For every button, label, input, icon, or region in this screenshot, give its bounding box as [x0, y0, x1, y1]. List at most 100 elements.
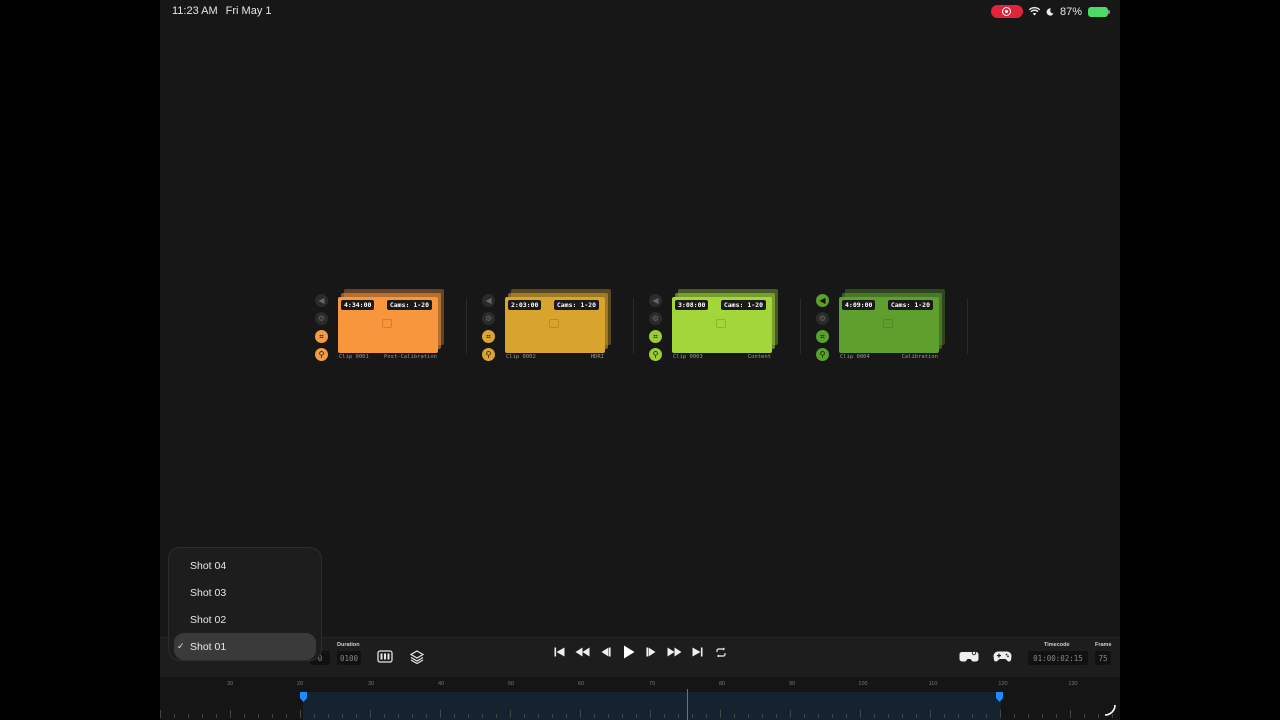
ruler-label: 40	[437, 681, 445, 687]
crop-icon[interactable]: ⌗	[482, 330, 495, 343]
ruler-label: 90	[788, 681, 796, 687]
ruler-label: 110	[928, 681, 938, 687]
skip-to-start-icon[interactable]	[552, 644, 567, 660]
clip-thumbnail-stack[interactable]: 3:08:00 Cams: 1-20	[672, 287, 782, 353]
speaker-icon[interactable]: ◀	[649, 294, 662, 307]
fast-forward-icon[interactable]	[667, 644, 682, 660]
crop-icon[interactable]: ⌗	[816, 330, 829, 343]
camera-rig-icon[interactable]: ⚲	[315, 348, 328, 361]
shot-menu-item-label: Shot 02	[190, 613, 227, 626]
ruler-label: 100	[858, 681, 868, 687]
clip-thumbnail[interactable]: 4:34:00 Cams: 1-20	[338, 297, 438, 353]
clip-cams-badge: Cams: 1-20	[720, 300, 766, 310]
shot-menu-item-label: Shot 01	[190, 640, 227, 653]
timeline[interactable]: 30 20 30 40 50 60 70 80 90 100 110 120 1…	[160, 677, 1120, 720]
ruler-label: 30	[367, 681, 375, 687]
camera-rig-icon[interactable]: ⚲	[816, 348, 829, 361]
rewind-icon[interactable]	[575, 644, 590, 660]
clip-strip: ◀ ⚙ ⌗ ⚲ 4:34:00 Cams: 1-20 Clip 0001 Pos…	[310, 284, 978, 364]
clip-cams-badge: Cams: 1-20	[887, 300, 933, 310]
clip-thumbnail-stack[interactable]: 2:03:00 Cams: 1-20	[505, 287, 615, 353]
ruler-label: 80	[718, 681, 726, 687]
loop-icon[interactable]	[713, 644, 728, 660]
transport-controls	[552, 644, 728, 660]
columns-icon[interactable]	[377, 650, 393, 663]
skip-to-end-icon[interactable]	[690, 644, 705, 660]
clip-thumbnail[interactable]: 3:08:00 Cams: 1-20	[672, 297, 772, 353]
frame-field[interactable]: 75	[1095, 651, 1111, 665]
checkmark-icon: ✓	[177, 641, 185, 651]
shot-menu-item-selected[interactable]: ✓ Shot 01	[174, 633, 316, 660]
playhead[interactable]	[687, 689, 688, 720]
crop-icon[interactable]: ⌗	[649, 330, 662, 343]
clip-timecode-badge: 2:03:00	[508, 300, 542, 310]
ruler-label: 120	[998, 681, 1008, 687]
clip-side-controls: ◀ ⚙ ⌗ ⚲	[816, 294, 829, 361]
ruler-label: 30	[226, 681, 234, 687]
clip-cams-badge: Cams: 1-20	[553, 300, 599, 310]
clip-card[interactable]: ◀ ⚙ ⌗ ⚲ 2:03:00 Cams: 1-20 Clip 0002 HDR…	[477, 284, 644, 364]
clip-type: Post-Calibration	[384, 354, 437, 360]
timecode-label: Timecode	[1044, 642, 1070, 648]
shot-menu-item[interactable]: Shot 02	[169, 606, 321, 633]
duration-field[interactable]: 0100	[337, 651, 361, 665]
step-forward-icon[interactable]	[644, 644, 659, 660]
shot-menu-item-label: Shot 04	[190, 559, 227, 572]
layers-icon[interactable]	[410, 650, 424, 664]
app-screen: 11:23 AM Fri May 1 87% ◀ ⚙ ⌗ ⚲ 4:34:00 C…	[160, 0, 1120, 720]
frame-label: Frame	[1095, 642, 1112, 648]
crop-icon[interactable]: ⌗	[315, 330, 328, 343]
clip-thumbnail-stack[interactable]: 4:34:00 Cams: 1-20	[338, 287, 448, 353]
speaker-icon[interactable]: ◀	[315, 294, 328, 307]
settings-icon[interactable]: ⚙	[482, 312, 495, 325]
settings-icon[interactable]: ⚙	[315, 312, 328, 325]
clip-thumbnail[interactable]: 4:09:00 Cams: 1-20	[839, 297, 939, 353]
clip-cams-badge: Cams: 1-20	[386, 300, 432, 310]
step-back-icon[interactable]	[598, 644, 613, 660]
status-bar-right: 87%	[990, 5, 1110, 18]
lock-icon	[883, 319, 893, 328]
timecode-field[interactable]: 01:00:02:15	[1028, 651, 1088, 665]
speaker-icon[interactable]: ◀	[482, 294, 495, 307]
ruler-label: 20	[296, 681, 304, 687]
lock-icon	[382, 319, 392, 328]
resize-handle-icon[interactable]	[1104, 704, 1116, 716]
clip-timecode-badge: 4:09:00	[842, 300, 876, 310]
speaker-icon[interactable]: ◀	[816, 294, 829, 307]
camera-rig-icon[interactable]: ⚲	[482, 348, 495, 361]
vr-headset-icon[interactable]	[959, 650, 979, 663]
status-time: 11:23 AM	[172, 5, 218, 17]
clip-card[interactable]: ◀ ⚙ ⌗ ⚲ 3:08:00 Cams: 1-20 Clip 0003 Con…	[644, 284, 811, 364]
clip-timecode-badge: 4:34:00	[341, 300, 375, 310]
clip-side-controls: ◀ ⚙ ⌗ ⚲	[315, 294, 328, 361]
gamepad-icon[interactable]	[993, 650, 1012, 663]
clip-card[interactable]: ◀ ⚙ ⌗ ⚲ 4:34:00 Cams: 1-20 Clip 0001 Pos…	[310, 284, 477, 364]
shot-menu-item[interactable]: Shot 04	[169, 552, 321, 579]
clip-type: HDRI	[590, 354, 604, 360]
shot-menu-item-label: Shot 03	[190, 586, 227, 599]
ruler-label: 50	[507, 681, 515, 687]
wifi-icon	[1028, 7, 1040, 16]
clip-card[interactable]: ◀ ⚙ ⌗ ⚲ 4:09:00 Cams: 1-20 Clip 0004 Cal…	[811, 284, 978, 364]
clip-timecode-badge: 3:08:00	[675, 300, 709, 310]
status-date: Fri May 1	[225, 5, 272, 17]
selection-range[interactable]	[303, 692, 1001, 720]
ruler-label: 70	[648, 681, 656, 687]
battery-icon	[1088, 6, 1110, 17]
settings-icon[interactable]: ⚙	[816, 312, 829, 325]
status-bar-left: 11:23 AM Fri May 1	[172, 5, 272, 17]
clip-thumbnail-stack[interactable]: 4:09:00 Cams: 1-20	[839, 287, 949, 353]
screen-record-icon[interactable]	[990, 5, 1023, 18]
lock-icon	[549, 319, 559, 328]
lock-icon	[716, 319, 726, 328]
clip-thumbnail[interactable]: 2:03:00 Cams: 1-20	[505, 297, 605, 353]
clip-type: Calibration	[901, 354, 938, 360]
settings-icon[interactable]: ⚙	[649, 312, 662, 325]
shot-dropdown-menu: Shot 04 Shot 03 Shot 02 ✓ Shot 01	[168, 547, 322, 661]
shot-menu-item[interactable]: Shot 03	[169, 579, 321, 606]
clip-side-controls: ◀ ⚙ ⌗ ⚲	[649, 294, 662, 361]
play-icon[interactable]	[621, 644, 636, 660]
camera-rig-icon[interactable]: ⚲	[649, 348, 662, 361]
ruler-label: 60	[577, 681, 585, 687]
duration-label: Duration	[337, 642, 360, 648]
